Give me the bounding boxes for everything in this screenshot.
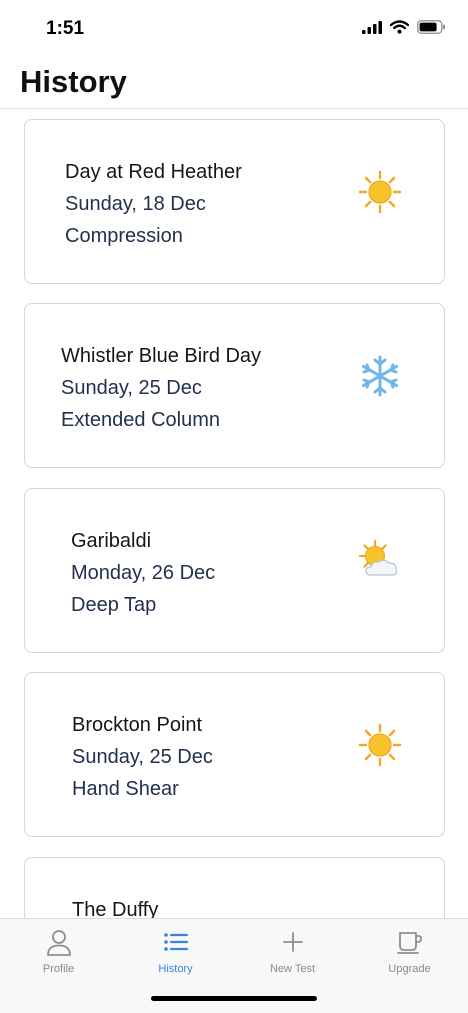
- sunny-icon: [358, 170, 402, 214]
- person-icon: [46, 930, 71, 956]
- tab-history[interactable]: History: [117, 927, 234, 987]
- tab-new-test[interactable]: New Test: [234, 927, 351, 987]
- weather-icon: [358, 908, 402, 918]
- sunny-icon: [358, 723, 402, 767]
- tab-label: Upgrade: [388, 963, 431, 975]
- card-name: Whistler Blue Bird Day: [61, 345, 262, 367]
- card-test-type: Extended Column: [61, 409, 220, 431]
- card-name: The Duffy: [72, 899, 159, 918]
- page-title: History: [20, 64, 127, 99]
- card-test-type: Hand Shear: [72, 778, 179, 800]
- tab-upgrade[interactable]: Upgrade: [351, 927, 468, 987]
- status-time: 1:51: [46, 18, 85, 39]
- tab-profile[interactable]: Profile: [0, 927, 117, 987]
- card-date: Monday, 26 Dec: [71, 562, 216, 584]
- card-test-type: Compression: [65, 225, 183, 247]
- card-text: Garibaldi Monday, 26 Dec Deep Tap: [71, 525, 215, 621]
- history-card[interactable]: Whistler Blue Bird Day Sunday, 25 Dec Ex…: [24, 303, 445, 468]
- cellular-signal-icon: [362, 20, 382, 34]
- card-date: Sunday, 18 Dec: [65, 193, 206, 215]
- wifi-icon: [390, 20, 409, 34]
- history-card[interactable]: Brockton Point Sunday, 25 Dec Hand Shear: [24, 672, 445, 837]
- card-name: Day at Red Heather: [65, 161, 242, 183]
- card-text: Day at Red Heather Sunday, 18 Dec Compre…: [65, 156, 242, 252]
- card-test-type: Deep Tap: [71, 594, 157, 616]
- card-text: Brockton Point Sunday, 25 Dec Hand Shear: [72, 709, 213, 805]
- partly-cloudy-icon: [358, 539, 398, 576]
- status-bar: 1:51: [0, 0, 468, 58]
- card-name: Brockton Point: [72, 714, 203, 736]
- battery-icon: [417, 20, 445, 34]
- history-card[interactable]: Garibaldi Monday, 26 Dec Deep Tap: [24, 488, 445, 653]
- status-icons: [362, 20, 446, 34]
- card-date: Sunday, 25 Dec: [72, 746, 213, 768]
- plus-icon: [282, 932, 303, 952]
- history-card[interactable]: Day at Red Heather Sunday, 18 Dec Compre…: [24, 119, 445, 284]
- card-text: Whistler Blue Bird Day Sunday, 25 Dec Ex…: [61, 340, 261, 436]
- tab-label: New Test: [269, 963, 316, 975]
- tab-label: Profile: [42, 963, 75, 975]
- snowflake-icon: [362, 355, 398, 397]
- history-card[interactable]: The Duffy: [24, 857, 445, 918]
- card-date: Sunday, 25 Dec: [61, 377, 202, 399]
- list-icon: [163, 933, 188, 951]
- card-name: Garibaldi: [71, 530, 152, 552]
- home-indicator: [151, 996, 317, 1001]
- card-text: The Duffy: [72, 894, 158, 918]
- cup-icon: [396, 932, 422, 954]
- tab-label: History: [158, 963, 193, 975]
- history-list[interactable]: Day at Red Heather Sunday, 18 Dec Compre…: [0, 109, 468, 918]
